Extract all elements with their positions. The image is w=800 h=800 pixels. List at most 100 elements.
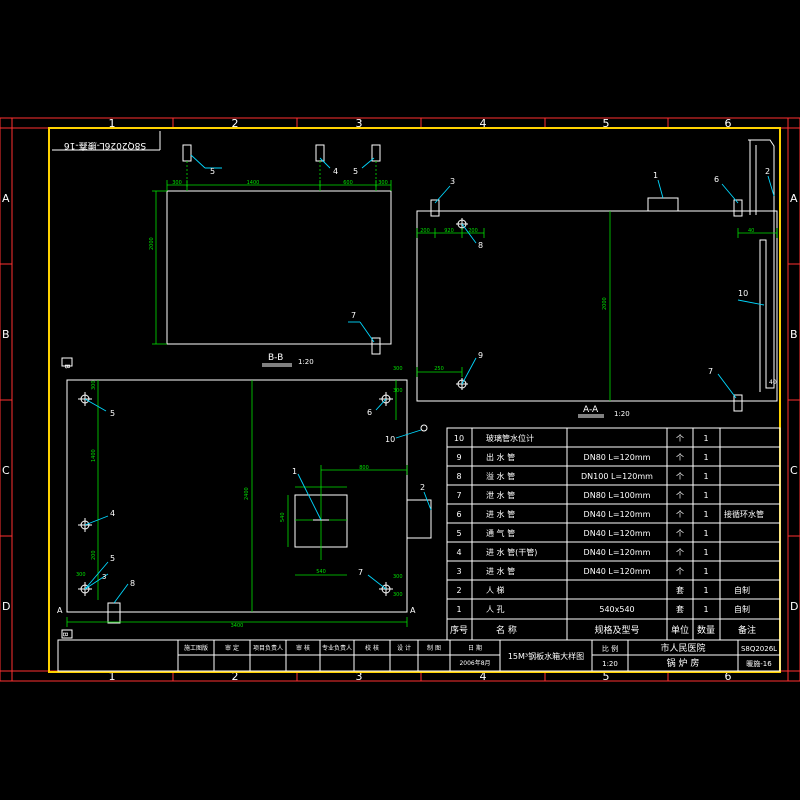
- callout-number: 7: [708, 367, 713, 376]
- callout-number: 8: [478, 241, 483, 250]
- table-cell: DN40 L=120mm: [584, 567, 651, 576]
- table-cell: 玻璃管水位计: [486, 433, 534, 443]
- view-title: B-B: [268, 353, 283, 363]
- dim-text: 300: [91, 380, 97, 390]
- callout-number: 7: [358, 568, 363, 577]
- row-label: D: [2, 600, 10, 613]
- table-cell: 8: [456, 472, 461, 481]
- dim-text: 540: [280, 512, 286, 522]
- view-scale: 1:20: [298, 358, 314, 366]
- table-cell: 个: [676, 434, 684, 443]
- callout-number: 4: [333, 167, 338, 176]
- client-name: 市人民医院: [660, 642, 705, 654]
- section-marker: B: [61, 632, 69, 637]
- drawing-title: 15M³钢板水箱大样图: [508, 651, 584, 661]
- dim-text: 300: [393, 592, 403, 598]
- callout-number: 4: [110, 509, 115, 518]
- ladder-outline: [748, 139, 775, 392]
- callout-number: 5: [210, 167, 215, 176]
- table-cell: DN40 L=120mm: [584, 548, 651, 557]
- title-role: 施工图版: [184, 644, 208, 652]
- callout-number: 9: [478, 351, 483, 360]
- table-cell: 套: [676, 604, 684, 614]
- table-cell: 个: [676, 453, 684, 462]
- drawing-frame: [48, 127, 781, 673]
- table-cell: 进 水 管: [486, 566, 515, 576]
- table-cell: 个: [676, 529, 684, 538]
- table-cell: 溢 水 管: [486, 471, 515, 481]
- callout-number: 7: [351, 311, 356, 320]
- table-cell: 自制: [734, 604, 750, 614]
- view-aa: 200 920 200 2000 250 40 40 3 1 6 2 8 10 …: [416, 139, 778, 418]
- table-cell: 1: [703, 434, 708, 443]
- table-cell: 通 气 管: [486, 528, 515, 538]
- callout-number: 6: [367, 408, 372, 417]
- table-cell: 540x540: [599, 605, 634, 614]
- title-role: 项目负责人: [253, 644, 283, 652]
- title-role: 日 期: [468, 644, 482, 652]
- dim-text: 2000: [149, 237, 155, 250]
- table-cell: 自制: [734, 585, 750, 595]
- table-cell: DN40 L=120mm: [584, 529, 651, 538]
- table-cell: 个: [676, 491, 684, 500]
- title-role: 审 定: [225, 644, 239, 652]
- dim-text: 1400: [91, 449, 97, 462]
- table-cell: 1: [703, 453, 708, 462]
- dim-text: 540: [316, 569, 326, 575]
- dim-text: 300: [393, 574, 403, 580]
- table-cell: 接循环水管: [724, 509, 764, 519]
- title-date: 2006年8月: [459, 659, 490, 667]
- table-cell: 1: [703, 472, 708, 481]
- dim-text: 2000: [602, 297, 608, 310]
- view-title: A-A: [583, 405, 599, 415]
- manhole-neck: [647, 197, 679, 212]
- title-role: 校 核: [365, 644, 379, 652]
- row-label: B: [2, 328, 10, 341]
- table-cell: 个: [676, 510, 684, 519]
- callout-number: 10: [385, 435, 395, 444]
- table-cell: DN100 L=120mm: [581, 472, 653, 481]
- section-marker: B: [63, 364, 71, 369]
- table-cell: 5: [456, 529, 461, 538]
- callout-number: 5: [110, 554, 115, 563]
- table-header: 名 称: [496, 624, 517, 636]
- dim-text: 920: [444, 228, 454, 234]
- title-block: 施工图版 审 定 项目负责人 审 核 专业负责人 校 核 设 计 制 图 日 期…: [57, 639, 781, 672]
- table-cell: 1: [456, 605, 461, 614]
- building-name: 锅 炉 房: [667, 657, 700, 669]
- table-cell: 1: [703, 529, 708, 538]
- table-cell: 10: [454, 434, 464, 443]
- table-cell: 2: [456, 586, 461, 595]
- row-label: A: [2, 192, 10, 205]
- cad-drawing: 1 2 3 4 5 6 1 2 3 4 5 6 A B C D A B C D …: [0, 117, 800, 683]
- tank-outline: [66, 379, 408, 613]
- table-cell: 套: [676, 585, 684, 595]
- scale-label: 比 例: [602, 644, 618, 653]
- table-cell: 个: [676, 472, 684, 481]
- table-header: 数量: [697, 624, 715, 636]
- dim-text: 200: [91, 550, 97, 560]
- table-cell: 1: [703, 586, 708, 595]
- table-cell: 1: [703, 605, 708, 614]
- callout-number: 2: [420, 483, 425, 492]
- table-cell: 泄 水 管: [486, 490, 515, 500]
- dim-text: 300: [172, 180, 182, 186]
- title-role: 专业负责人: [322, 644, 352, 652]
- title-role: 设 计: [397, 644, 411, 652]
- callout-number: 3: [450, 177, 455, 186]
- table-header: 序号: [450, 624, 468, 636]
- table-header: 规格及型号: [594, 624, 639, 636]
- sheet-number: 暖施-16: [746, 659, 772, 668]
- table-cell: 9: [456, 453, 461, 462]
- table-cell: 1: [703, 567, 708, 576]
- table-cell: DN80 L=120mm: [584, 453, 651, 462]
- table-cell: 人 梯: [486, 585, 505, 595]
- row-label: B: [790, 328, 798, 341]
- table-header: 备注: [738, 624, 756, 636]
- dim-text: 200: [420, 228, 430, 234]
- row-label: D: [790, 600, 798, 613]
- dim-text: 2400: [244, 487, 250, 500]
- row-label: A: [790, 192, 798, 205]
- table-cell: 6: [456, 510, 461, 519]
- callout-number: 2: [765, 167, 770, 176]
